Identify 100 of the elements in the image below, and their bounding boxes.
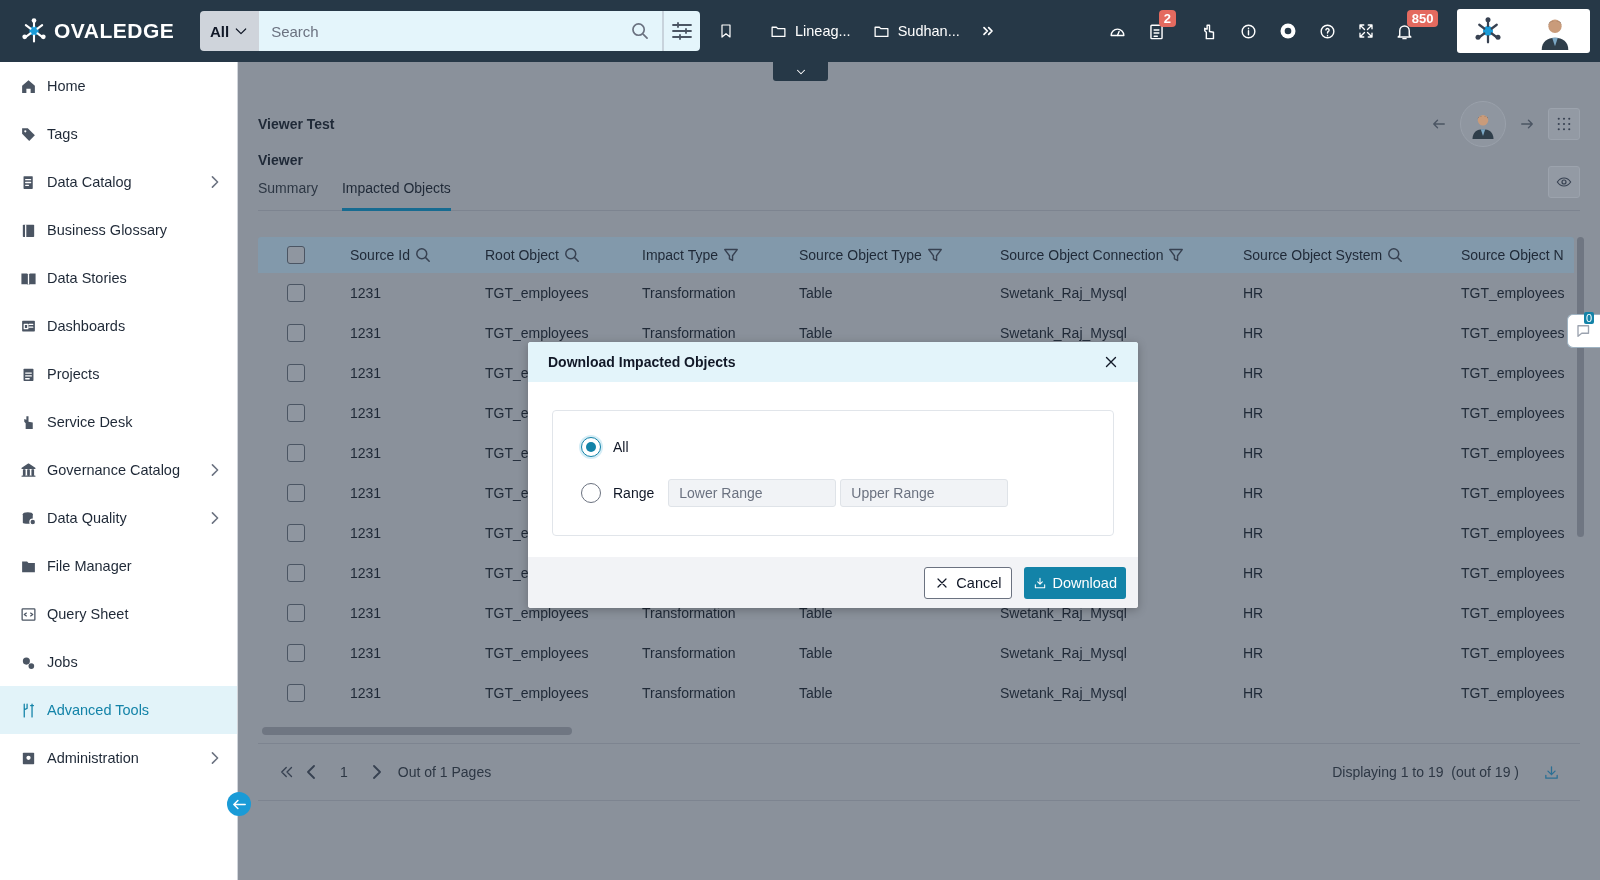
table-cell: HR	[1243, 405, 1264, 421]
comments-button[interactable]: 0	[1567, 314, 1600, 348]
table-cell: TGT_employees	[1461, 445, 1565, 461]
sidebar-item[interactable]: Query Sheet	[0, 590, 237, 638]
table-cell: TGT_e	[485, 405, 529, 421]
table-cell: TGT_e	[485, 485, 529, 501]
sidebar-item[interactable]: Advanced Tools	[0, 686, 237, 734]
sidebar-item[interactable]: Tags	[0, 110, 237, 158]
filter-icon	[927, 248, 942, 262]
cancel-button[interactable]: Cancel	[924, 566, 1012, 599]
sidebar-item[interactable]: File Manager	[0, 542, 237, 590]
column-header: Root Object	[485, 247, 559, 263]
logo-icon	[20, 17, 48, 45]
table-cell: Table	[799, 605, 833, 621]
section-title: Viewer	[258, 152, 304, 170]
bookmark-button[interactable]	[718, 23, 734, 39]
radio-button[interactable]	[581, 437, 601, 457]
table-cell: TGT_employees	[485, 685, 589, 701]
sidebar-item[interactable]: Governance Catalog	[0, 446, 237, 494]
column-header: Source Object System	[1243, 247, 1383, 263]
fullscreen-button[interactable]	[1356, 22, 1375, 40]
view-button[interactable]	[1548, 166, 1580, 198]
row-checkbox[interactable]	[287, 404, 305, 422]
sliders-icon	[670, 19, 694, 43]
row-checkbox[interactable]	[287, 564, 305, 582]
row-checkbox[interactable]	[287, 444, 305, 462]
table-cell: Transformation	[642, 685, 736, 701]
filter-icon	[1169, 248, 1184, 262]
table-cell: HR	[1243, 565, 1264, 581]
vertical-scrollbar[interactable]	[1577, 237, 1584, 537]
option-label: All	[613, 439, 630, 455]
info-button[interactable]	[1238, 21, 1258, 41]
option-label: Range	[613, 485, 655, 501]
scope-dropdown[interactable]: All	[200, 11, 260, 51]
chevron-left-icon	[304, 765, 318, 779]
comments-badge: 0	[1583, 312, 1594, 324]
download-button[interactable]: Download	[1023, 566, 1126, 599]
sidebar-item[interactable]: Projects	[0, 350, 237, 398]
table-cell: 1231	[350, 645, 382, 661]
row-checkbox[interactable]	[287, 284, 305, 302]
previous-page-button[interactable]	[304, 765, 318, 779]
tab[interactable]: Impacted Objects	[341, 180, 451, 211]
page-number: 1	[340, 764, 348, 780]
table-cell: TGT_employees	[485, 605, 589, 621]
upper-range-field[interactable]: Upper Range	[840, 479, 1009, 507]
row-checkbox[interactable]	[287, 324, 305, 342]
sidebar-item[interactable]: Data Stories	[0, 254, 237, 302]
row-checkbox[interactable]	[287, 484, 305, 502]
tab[interactable]: Summary	[258, 180, 318, 211]
table-cell: 1231	[350, 565, 382, 581]
table-cell: HR	[1243, 525, 1264, 541]
table-cell: 1231	[350, 285, 382, 301]
sidebar-item[interactable]: Business Glossary	[0, 206, 237, 254]
row-checkbox[interactable]	[287, 364, 305, 382]
row-checkbox[interactable]	[287, 684, 305, 702]
horizontal-scrollbar[interactable]	[262, 727, 572, 735]
column-header: Source Id	[350, 247, 410, 263]
download-icon	[1032, 575, 1047, 590]
filter-settings-button[interactable]	[662, 11, 700, 51]
search-icon	[632, 23, 648, 39]
table-cell: 1231	[350, 685, 382, 701]
table-cell: Table	[799, 685, 833, 701]
select-all-checkbox[interactable]	[287, 246, 305, 264]
sidebar-item[interactable]: Service Desk	[0, 398, 237, 446]
radio-button[interactable]	[581, 483, 601, 503]
tag-icon	[20, 125, 37, 143]
column-header: Source Object N	[1461, 247, 1564, 263]
folder-link[interactable]: Lineag...	[770, 22, 851, 40]
logo-text: OVALEDGE	[54, 19, 175, 43]
owner-avatar[interactable]	[1460, 101, 1506, 147]
sidebar-item[interactable]: Home	[0, 62, 237, 110]
lower-range-field[interactable]: Lower Range	[668, 479, 837, 507]
table-cell: 1231	[350, 365, 382, 381]
apps-button[interactable]	[1548, 108, 1580, 140]
expand-toggle[interactable]	[773, 62, 828, 81]
sidebar-item[interactable]: Data Catalog	[0, 158, 237, 206]
row-checkbox[interactable]	[287, 644, 305, 662]
table-cell: TGT_employees	[485, 325, 589, 341]
sidebar-item[interactable]: Dashboards	[0, 302, 237, 350]
collapse-button[interactable]	[227, 792, 251, 816]
download-button[interactable]	[1543, 763, 1560, 781]
table-cell: TGT_employees	[1461, 645, 1565, 661]
help-button[interactable]	[1317, 21, 1337, 41]
sidebar-item[interactable]: Administration	[0, 734, 237, 782]
folder-link[interactable]: Sudhan...	[872, 22, 960, 40]
table-cell: TGT_employees	[1461, 365, 1565, 381]
column-header: Source Object Connection	[1000, 247, 1164, 263]
table-cell: Swetank_Raj_Mysql	[1000, 645, 1127, 661]
table-cell: TGT_e	[485, 565, 529, 581]
search-field[interactable]: Search	[259, 11, 662, 51]
table-cell: TGT_employees	[1461, 605, 1565, 621]
dialog-title: Download Impacted Objects	[548, 354, 736, 370]
grid-icon	[1555, 115, 1573, 133]
sidebar-item[interactable]: Data Quality	[0, 494, 237, 542]
table-cell: TGT_employees	[1461, 285, 1565, 301]
sidebar-item[interactable]: Jobs	[0, 638, 237, 686]
search-icon	[1388, 248, 1403, 262]
row-checkbox[interactable]	[287, 604, 305, 622]
profile-panel[interactable]	[1457, 9, 1590, 53]
row-checkbox[interactable]	[287, 524, 305, 542]
